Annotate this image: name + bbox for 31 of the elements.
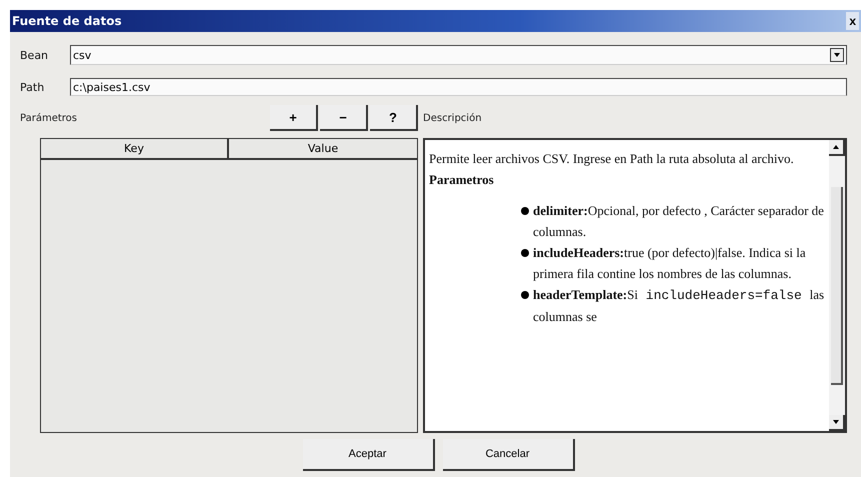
parameter-description: headerTemplate:Si includeHeaders=false las columnas se (533, 286, 825, 326)
column-header[interactable]: Key (41, 139, 229, 158)
description-text: Permite leer archivos CSV. Ingrese en Path la ruta absoluta al archivo. (429, 150, 795, 168)
bullet-icon (521, 291, 529, 299)
bullet-icon (521, 249, 529, 257)
parameter-description: includeHeaders:true (por defecto)|false. Indica si la primera fila contine los nombres de las columnas. (533, 244, 807, 283)
parameter-button[interactable]: + (270, 105, 318, 131)
down-arrow-icon (833, 420, 839, 424)
bean-dropdown[interactable]: csv (70, 45, 847, 65)
description-label: Descripción (423, 112, 482, 124)
bean-label: Bean (20, 48, 50, 62)
column-header[interactable]: Value (229, 139, 417, 158)
dialog-button[interactable]: Cancelar (442, 439, 574, 471)
close-button[interactable]: x (846, 12, 859, 30)
bullet-icon (521, 207, 529, 215)
parameter-button[interactable]: ? (370, 105, 418, 131)
dropdown-button[interactable] (830, 48, 844, 62)
scroll-up-button[interactable] (829, 140, 845, 156)
parameter-description: delimiter:Opcional, por defecto , Carácter separador de columnas. (533, 202, 825, 241)
scroll-thumb[interactable] (831, 186, 843, 384)
window-title: Fuente de datos (12, 14, 122, 28)
caret-icon (834, 53, 840, 57)
section-heading: Parametros (429, 171, 495, 189)
up-arrow-icon (833, 144, 839, 148)
scrollbar[interactable] (829, 140, 845, 431)
parameters-label: Parámetros (20, 112, 77, 124)
path-label: Path (20, 80, 46, 94)
path-field[interactable]: c:\paises1.csv (70, 78, 847, 96)
parameter-button[interactable]: − (320, 105, 368, 131)
dialog-button[interactable]: Aceptar (302, 439, 434, 471)
scroll-down-button[interactable] (829, 415, 845, 431)
